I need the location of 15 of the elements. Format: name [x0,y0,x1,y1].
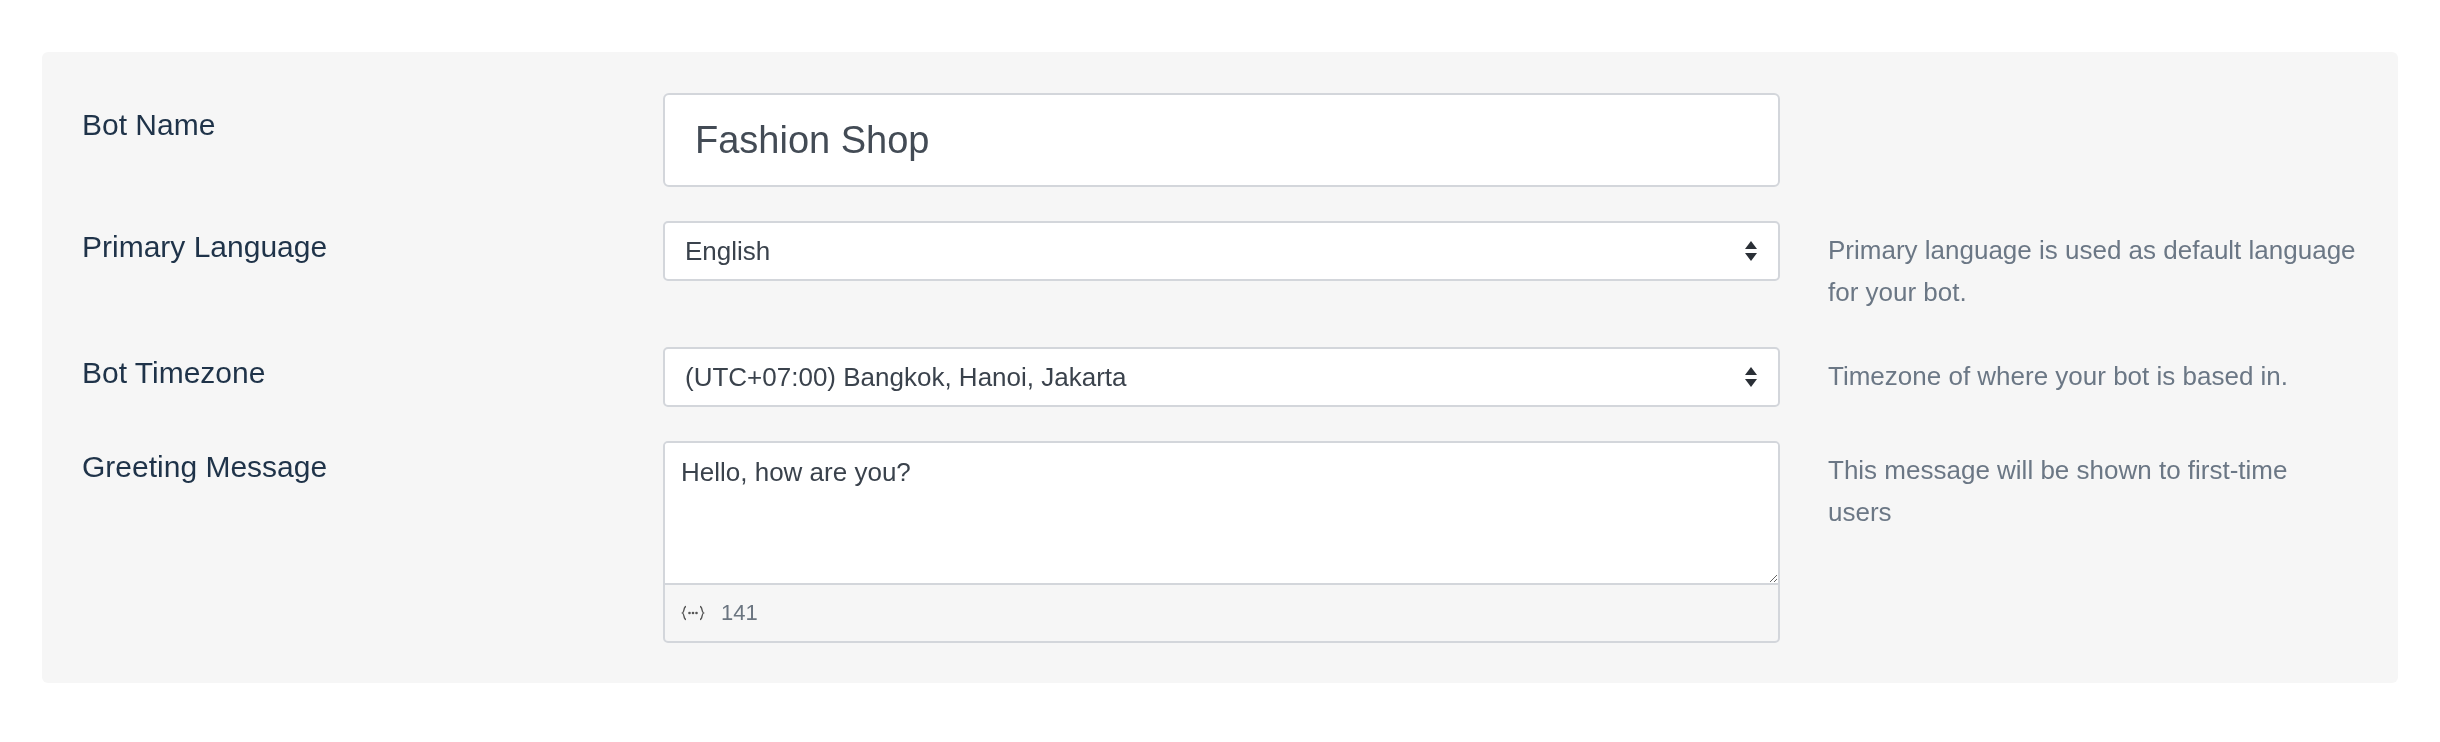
field-label: Bot Name [82,107,217,143]
character-counter: 141 [721,600,758,626]
greeting-textarea[interactable]: Hello, how are you? [665,443,1778,585]
up-down-caret-icon [1744,366,1758,388]
field-label: Greeting Message [82,449,329,485]
help-text: This message will be shown to first-time users [1827,454,2289,529]
bot-name-input[interactable]: Fashion Shop [663,93,1780,187]
variable-braces-icon[interactable] [681,605,705,621]
select-field[interactable]: English [663,221,1780,281]
help-text: Primary language is used as default language for your bot. [1827,234,2357,309]
field-label: Bot Timezone [82,355,267,391]
select-field[interactable]: (UTC+07:00) Bangkok, Hanoi, Jakarta [663,347,1780,407]
up-down-caret-icon [1744,240,1758,262]
field-label: Primary Language [82,229,329,265]
help-text: Timezone of where your bot is based in. [1827,360,2290,393]
